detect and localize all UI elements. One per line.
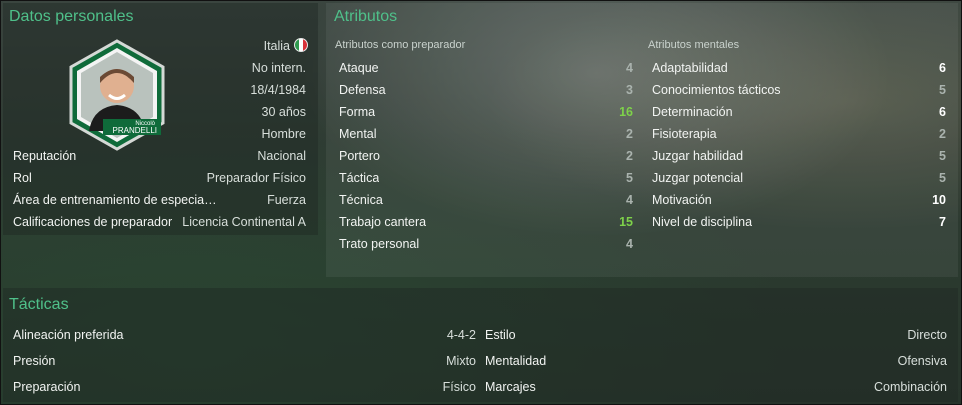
field-value: Nacional <box>257 149 306 163</box>
attribute-value: 5 <box>939 83 946 97</box>
tactic-value: Mixto <box>446 354 476 368</box>
pressing-row: Presión Mixto <box>13 348 476 374</box>
training-area-row[interactable]: Área de entrenamiento de especia… Fuerza <box>13 189 306 211</box>
tactic-value: 4-4-2 <box>446 328 476 342</box>
field-value: Fuerza <box>267 193 306 207</box>
attribute-row-mental[interactable]: Mental 2 <box>339 123 633 145</box>
attribute-value: 5 <box>939 149 946 163</box>
tactic-value: Ofensiva <box>897 354 947 368</box>
attribute-label: Portero <box>339 149 380 163</box>
attribute-label: Forma <box>339 105 376 119</box>
coaching-qualifications-row: Calificaciones de preparador Licencia Co… <box>13 211 306 233</box>
attribute-row-tactical[interactable]: Táctica 5 <box>339 167 633 189</box>
field-label: Rol <box>13 171 32 185</box>
attributes-title: Atributos <box>334 8 398 25</box>
attribute-row-attacking[interactable]: Ataque 4 <box>339 57 633 79</box>
international-status: No intern. <box>251 61 306 75</box>
attribute-label: Táctica <box>339 171 380 185</box>
mental-attributes-heading: Atributos mentales <box>648 39 740 51</box>
tactics-title: Tácticas <box>9 296 69 313</box>
nationality-label: Italia <box>263 39 290 53</box>
mentality-row: Mentalidad Ofensiva <box>485 348 947 374</box>
attribute-value: 7 <box>939 215 946 229</box>
attribute-label: Trato personal <box>339 237 420 251</box>
attribute-row-fitness[interactable]: Forma 16 <box>339 101 633 123</box>
attribute-row-defending[interactable]: Defensa 3 <box>339 79 633 101</box>
gender: Hombre <box>261 127 306 141</box>
italy-flag-icon <box>294 38 308 52</box>
attribute-row-tactical-knowledge[interactable]: Conocimientos tácticos 5 <box>652 79 946 101</box>
attribute-value: 6 <box>939 105 946 119</box>
attribute-row-judging-potential[interactable]: Juzgar potencial 5 <box>652 167 946 189</box>
badge-last-name: PRANDELLI <box>113 126 157 135</box>
attribute-label: Conocimientos tácticos <box>652 83 781 97</box>
nationality[interactable]: Italia <box>264 35 308 57</box>
attribute-row-discipline[interactable]: Nivel de disciplina 7 <box>652 211 946 233</box>
attribute-value: 3 <box>626 83 633 97</box>
age: 30 años <box>261 105 306 119</box>
attribute-row-technical[interactable]: Técnica 4 <box>339 189 633 211</box>
tactic-label: Preparación <box>13 380 81 394</box>
attribute-value: 16 <box>619 105 633 119</box>
attribute-value: 2 <box>939 127 946 141</box>
attribute-label: Defensa <box>339 83 386 97</box>
attribute-label: Fisioterapia <box>652 127 717 141</box>
attribute-label: Técnica <box>339 193 383 207</box>
marking-row: Marcajes Combinación <box>485 374 947 400</box>
tactic-label: Estilo <box>485 328 516 342</box>
preparation-row: Preparación Físico <box>13 374 476 400</box>
attribute-value: 15 <box>619 215 633 229</box>
reputation-row: Reputación Nacional <box>13 145 306 167</box>
attribute-row-motivating[interactable]: Motivación 10 <box>652 189 946 211</box>
tactics-panel: Tácticas Alineación preferida 4-4-2 Pres… <box>3 288 958 402</box>
attribute-row-physiotherapy[interactable]: Fisioterapia 2 <box>652 123 946 145</box>
coach-attributes-heading: Atributos como preparador <box>335 39 466 51</box>
attributes-panel: Atributos Atributos como preparador Atri… <box>326 3 958 277</box>
attribute-label: Mental <box>339 127 377 141</box>
attribute-label: Nivel de disciplina <box>652 215 753 229</box>
attribute-row-judging-ability[interactable]: Juzgar habilidad 5 <box>652 145 946 167</box>
attribute-label: Determinación <box>652 105 733 119</box>
attribute-value: 2 <box>626 127 633 141</box>
attribute-label: Adaptabilidad <box>652 61 728 75</box>
field-label: Calificaciones de preparador <box>13 215 173 229</box>
field-value: Licencia Continental A <box>182 215 306 229</box>
attribute-row-man-management[interactable]: Trato personal 4 <box>339 233 633 255</box>
tactic-label: Mentalidad <box>485 354 547 368</box>
personal-data-title: Datos personales <box>9 8 134 25</box>
staff-portrait-badge: Niccolò PRANDELLI <box>63 39 171 151</box>
personal-data-panel: Datos personales Niccolò PRANDELLI Itali… <box>3 3 318 235</box>
tactic-value: Combinación <box>874 380 947 394</box>
tactic-label: Marcajes <box>485 380 536 394</box>
attribute-value: 6 <box>939 61 946 75</box>
attribute-value: 4 <box>626 237 633 251</box>
attribute-row-adaptability[interactable]: Adaptabilidad 6 <box>652 57 946 79</box>
tactic-label: Presión <box>13 354 56 368</box>
attribute-value: 4 <box>626 193 633 207</box>
attribute-row-working-with-youngsters[interactable]: Trabajo cantera 15 <box>339 211 633 233</box>
attribute-label: Motivación <box>652 193 712 207</box>
attribute-value: 4 <box>626 61 633 75</box>
attribute-value: 5 <box>626 171 633 185</box>
tactic-label: Alineación preferida <box>13 328 124 342</box>
attribute-row-goalkeeping[interactable]: Portero 2 <box>339 145 633 167</box>
attribute-label: Juzgar habilidad <box>652 149 744 163</box>
field-label: Reputación <box>13 149 77 163</box>
attribute-value: 2 <box>626 149 633 163</box>
field-label: Área de entrenamiento de especia… <box>13 193 217 207</box>
attribute-label: Trabajo cantera <box>339 215 427 229</box>
attribute-value: 10 <box>932 193 946 207</box>
attribute-value: 5 <box>939 171 946 185</box>
attribute-row-determination[interactable]: Determinación 6 <box>652 101 946 123</box>
date-of-birth: 18/4/1984 <box>250 83 306 97</box>
field-value: Preparador Físico <box>206 171 306 185</box>
tactic-value: Físico <box>442 380 476 394</box>
attribute-label: Juzgar potencial <box>652 171 744 185</box>
attribute-label: Ataque <box>339 61 379 75</box>
role-row: Rol Preparador Físico <box>13 167 306 189</box>
preferred-formation-row: Alineación preferida 4-4-2 <box>13 322 476 348</box>
style-row: Estilo Directo <box>485 322 947 348</box>
tactic-value: Directo <box>907 328 947 342</box>
